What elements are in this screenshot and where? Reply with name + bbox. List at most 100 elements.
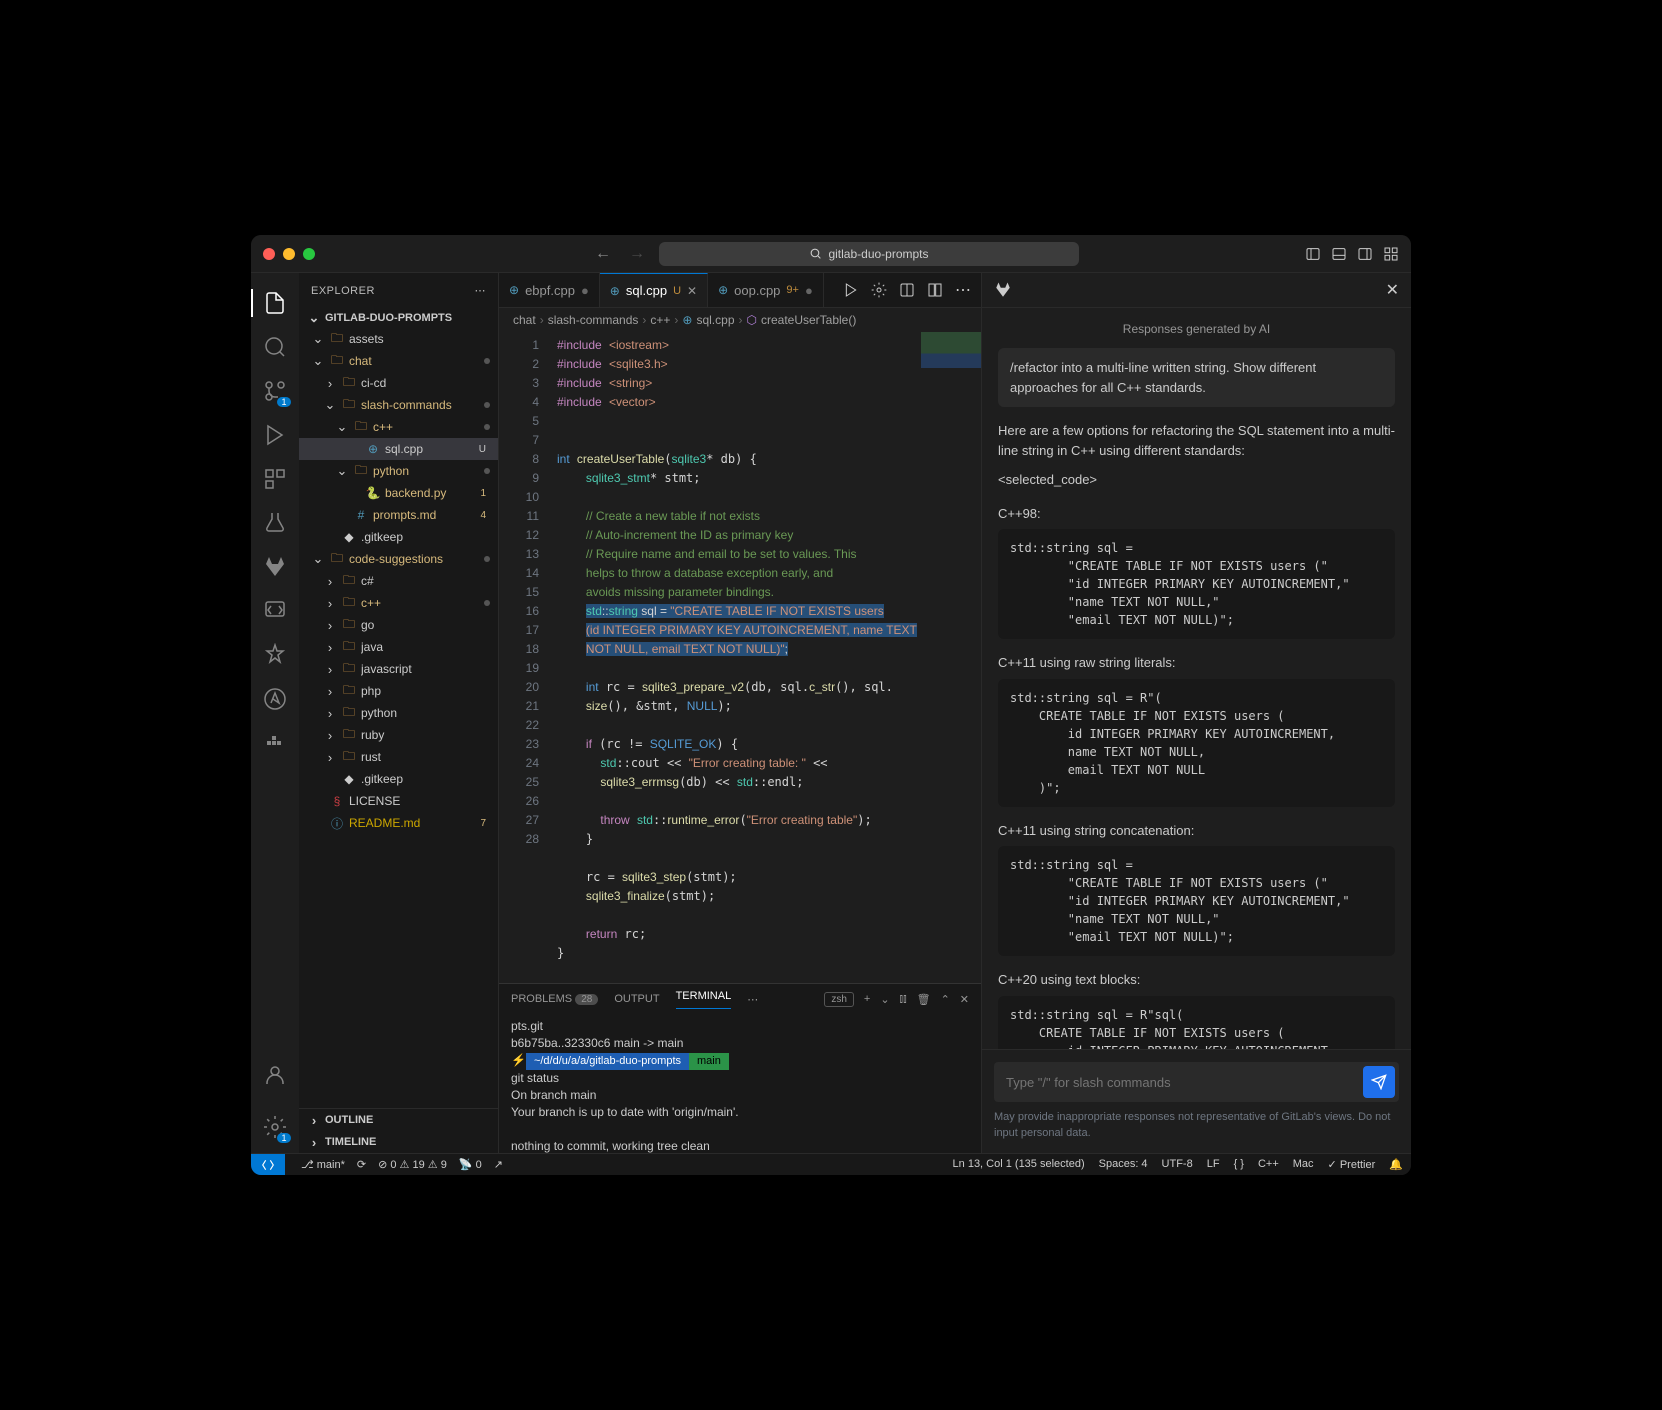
os-indicator[interactable]: Mac	[1293, 1158, 1314, 1171]
output-tab[interactable]: OUTPUT	[614, 993, 659, 1005]
minimap[interactable]	[921, 332, 981, 452]
more-icon[interactable]: ⋯	[955, 280, 971, 300]
folder-row[interactable]: ⌄🗀c++	[299, 416, 498, 438]
folder-row[interactable]: ›🗀javascript	[299, 658, 498, 680]
remote-explorer-icon[interactable]	[251, 589, 299, 633]
ports-status[interactable]: 📡 0	[459, 1158, 482, 1171]
customize-layout-icon[interactable]	[1383, 246, 1399, 262]
folder-row[interactable]: ›🗀ruby	[299, 724, 498, 746]
breadcrumbs[interactable]: chat› slash-commands› c++› ⊕sql.cpp› ⬡cr…	[499, 308, 981, 332]
file-row[interactable]: ◆.gitkeep	[299, 768, 498, 790]
project-header[interactable]: ⌄GITLAB-DUO-PROMPTS	[299, 308, 498, 328]
folder-row[interactable]: ⌄🗀code-suggestions	[299, 548, 498, 570]
folder-row[interactable]: ›🗀java	[299, 636, 498, 658]
terminal-content[interactable]: pts.git b6b75ba..32330c6 main -> main ⚡~…	[499, 1014, 981, 1153]
file-row[interactable]: 🐍backend.py1	[299, 482, 498, 504]
panel-close-icon[interactable]: ✕	[960, 993, 969, 1006]
minimize-window-icon[interactable]	[283, 248, 295, 260]
ai-title: Responses generated by AI	[998, 320, 1395, 338]
editor-tab[interactable]: ⊕oop.cpp 9+ ●	[708, 273, 824, 307]
code-content[interactable]: #include <iostream> #include <sqlite3.h>…	[549, 332, 981, 983]
layout-panel-icon[interactable]	[1331, 246, 1347, 262]
run-icon[interactable]	[843, 282, 859, 298]
terminal-tab[interactable]: TERMINAL	[676, 990, 732, 1009]
folder-row[interactable]: ›🗀ci-cd	[299, 372, 498, 394]
folder-row[interactable]: ›🗀c#	[299, 570, 498, 592]
editor-tab[interactable]: ⊕ebpf.cpp ●	[499, 273, 600, 307]
code-editor[interactable]: 1234578910111213141516171819202122232425…	[499, 332, 981, 983]
notifications-icon[interactable]: 🔔	[1389, 1158, 1403, 1171]
file-row[interactable]: ◆.gitkeep	[299, 526, 498, 548]
panel-more-icon[interactable]: ⋯	[747, 993, 758, 1006]
indentation[interactable]: Spaces: 4	[1099, 1158, 1148, 1171]
encoding[interactable]: UTF-8	[1162, 1158, 1193, 1171]
outline-header[interactable]: ›OUTLINE	[299, 1109, 498, 1131]
disclaimer: May provide inappropriate responses not …	[994, 1110, 1399, 1141]
split-terminal-icon[interactable]: ⫾⫾	[900, 993, 907, 1006]
remote-indicator[interactable]	[251, 1154, 285, 1176]
branch-status[interactable]: ⎇ main*	[301, 1158, 345, 1171]
folder-row[interactable]: ⌄🗀assets	[299, 328, 498, 350]
section-cpp98: C++98:	[998, 504, 1395, 524]
maximize-window-icon[interactable]	[303, 248, 315, 260]
file-row[interactable]: §LICENSE	[299, 790, 498, 812]
file-row[interactable]: ⊕sql.cppU	[299, 438, 498, 460]
language-mode[interactable]: C++	[1258, 1158, 1279, 1171]
cursor-position[interactable]: Ln 13, Col 1 (135 selected)	[953, 1158, 1085, 1171]
nav-arrows: ← →	[595, 245, 645, 263]
sync-status[interactable]: ⟳	[357, 1158, 366, 1171]
live-share-icon[interactable]: ↗	[494, 1158, 503, 1171]
layout-sidebar-left-icon[interactable]	[1305, 246, 1321, 262]
folder-row[interactable]: ⌄🗀python	[299, 460, 498, 482]
file-row[interactable]: ⓘREADME.md7	[299, 812, 498, 834]
folder-row[interactable]: ⌄🗀slash-commands	[299, 394, 498, 416]
docker-icon[interactable]	[251, 721, 299, 765]
layout-sidebar-right-icon[interactable]	[1357, 246, 1373, 262]
bracket-pair[interactable]: { }	[1234, 1158, 1244, 1171]
close-panel-icon[interactable]: ✕	[1386, 280, 1399, 300]
gitlab-icon[interactable]	[251, 545, 299, 589]
eol[interactable]: LF	[1207, 1158, 1220, 1171]
editor-tabs: ⊕ebpf.cpp ●⊕sql.cpp U ✕⊕oop.cpp 9+ ● ⋯	[499, 273, 981, 308]
problems-tab[interactable]: PROBLEMS 28	[511, 993, 598, 1005]
run-debug-icon[interactable]	[251, 413, 299, 457]
testing-icon[interactable]	[251, 501, 299, 545]
kill-terminal-icon[interactable]: 🗑	[917, 993, 931, 1006]
settings-icon[interactable]: 1	[251, 1105, 299, 1149]
editor-tab[interactable]: ⊕sql.cpp U ✕	[600, 273, 708, 307]
titlebar: ← → gitlab-duo-prompts	[251, 235, 1411, 273]
search-pane-icon[interactable]	[251, 325, 299, 369]
folder-row[interactable]: ›🗀go	[299, 614, 498, 636]
send-button[interactable]	[1363, 1066, 1395, 1098]
terminal-dropdown-icon[interactable]: ⌄	[880, 993, 889, 1006]
panel-maximize-icon[interactable]: ⌃	[941, 993, 950, 1006]
forward-icon[interactable]: →	[629, 245, 645, 263]
folder-row[interactable]: ›🗀php	[299, 680, 498, 702]
new-terminal-icon[interactable]: +	[864, 993, 870, 1005]
folder-row[interactable]: ›🗀c++	[299, 592, 498, 614]
folder-row[interactable]: ›🗀rust	[299, 746, 498, 768]
bookmark-icon[interactable]	[251, 633, 299, 677]
folder-row[interactable]: ›🗀python	[299, 702, 498, 724]
timeline-header[interactable]: ›TIMELINE	[299, 1131, 498, 1153]
window-controls[interactable]	[263, 248, 315, 260]
explorer-more-icon[interactable]: ⋯	[475, 284, 487, 297]
ansible-icon[interactable]	[251, 677, 299, 721]
close-window-icon[interactable]	[263, 248, 275, 260]
diff-icon[interactable]	[899, 282, 915, 298]
sidebar: EXPLORER ⋯ ⌄GITLAB-DUO-PROMPTS ⌄🗀assets⌄…	[299, 273, 499, 1153]
command-center[interactable]: gitlab-duo-prompts	[659, 242, 1079, 266]
file-row[interactable]: #prompts.md4	[299, 504, 498, 526]
back-icon[interactable]: ←	[595, 245, 611, 263]
shell-select[interactable]: zsh	[824, 992, 854, 1007]
problems-status[interactable]: ⊘ 0 ⚠ 19 ⚠ 9	[378, 1158, 447, 1171]
split-icon[interactable]	[927, 282, 943, 298]
explorer-icon[interactable]	[251, 281, 299, 325]
source-control-icon[interactable]: 1	[251, 369, 299, 413]
accounts-icon[interactable]	[251, 1053, 299, 1097]
chat-input[interactable]	[1006, 1075, 1363, 1090]
folder-row[interactable]: ⌄🗀chat	[299, 350, 498, 372]
gear-icon[interactable]	[871, 282, 887, 298]
prettier-status[interactable]: ✓ Prettier	[1328, 1158, 1376, 1171]
extensions-icon[interactable]	[251, 457, 299, 501]
